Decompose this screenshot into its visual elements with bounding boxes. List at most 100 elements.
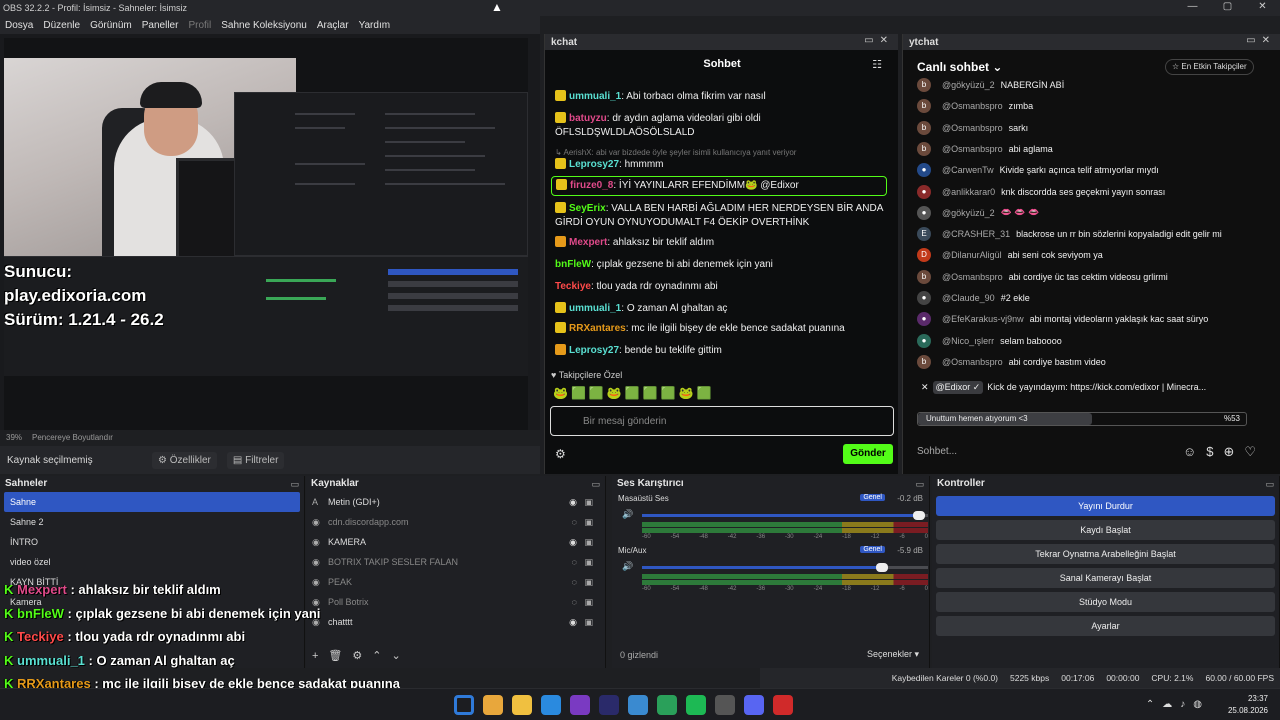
volume-slider[interactable] (642, 511, 928, 520)
avatar[interactable]: b (917, 354, 931, 369)
control-button[interactable]: Stüdyo Modu (936, 592, 1275, 612)
control-button[interactable]: Yayını Durdur (936, 496, 1275, 516)
yt-username[interactable]: @Osmanbspro (942, 123, 1003, 133)
menu-item[interactable]: Profil (188, 20, 211, 31)
avatar[interactable]: ● (917, 184, 931, 199)
yt-username[interactable]: @gökyüzü_2 (942, 80, 995, 90)
yt-username[interactable]: @Osmanbspro (942, 272, 1003, 282)
yt-username[interactable]: @EfeKarakus-vj9nw (942, 314, 1024, 324)
taskbar-app-icon[interactable] (541, 695, 561, 715)
speaker-icon[interactable]: 🔊 (622, 509, 633, 520)
taskbar-app-icon[interactable] (686, 695, 706, 715)
menu-item[interactable]: Araçlar (317, 20, 349, 31)
taskbar-app-icon[interactable] (657, 695, 677, 715)
users-icon[interactable]: ☷ (872, 58, 882, 71)
avatar[interactable]: ● (917, 163, 931, 178)
taskbar-app-icon[interactable] (628, 695, 648, 715)
avatar[interactable]: b (917, 269, 931, 284)
source-item[interactable]: ◉ Poll Botrix ◌ ▣ (306, 592, 605, 612)
yt-username[interactable]: @DilanurAligül (942, 250, 1002, 260)
control-button[interactable]: Kaydı Başlat (936, 520, 1275, 540)
lock-icon[interactable]: ▣ (584, 517, 593, 528)
yt-username[interactable]: @CRASHER_31 (942, 229, 1010, 239)
taskbar-app-icon[interactable] (512, 695, 532, 715)
eye-icon[interactable]: ◉ (569, 537, 577, 548)
eye-off-icon[interactable]: ◌ (572, 577, 577, 587)
avatar[interactable]: b (917, 99, 931, 114)
close-button[interactable]: ✕ (1245, 0, 1280, 14)
yt-chat-actions[interactable]: ☺$⊕♡ (1183, 444, 1266, 460)
source-actions[interactable]: +🗑⚙⌃⌄ (312, 649, 411, 662)
yt-username[interactable]: @Osmanbspro (942, 101, 1003, 111)
poll-bar[interactable]: Unuttum hemen atıyorum <3 %53 (917, 412, 1247, 426)
source-item[interactable]: A Metin (GDI+) ◉ ▣ (306, 492, 605, 512)
fit-window-dropdown[interactable]: Pencereye Boyutlandır (32, 433, 113, 442)
dock-controls[interactable]: ▭ (915, 476, 924, 492)
scene-item[interactable]: video özel (4, 552, 300, 572)
scene-item[interactable]: İNTRO (4, 532, 300, 552)
dock-controls[interactable]: ▭✕ (1246, 35, 1276, 46)
lock-icon[interactable]: ▣ (584, 597, 593, 608)
avatar[interactable]: ● (917, 291, 931, 305)
kchat-message-input[interactable]: Bir mesaj gönderin (550, 406, 894, 436)
dock-controls[interactable]: ▭ (591, 476, 600, 492)
zoom-level[interactable]: 39% (6, 433, 22, 442)
eye-off-icon[interactable]: ◌ (572, 517, 577, 527)
avatar[interactable]: b (917, 141, 931, 156)
avatar[interactable]: b (917, 78, 931, 92)
chat-username[interactable]: firuze0_8 (570, 180, 613, 191)
maximize-button[interactable]: ▢ (1210, 0, 1245, 14)
avatar[interactable]: E (917, 227, 931, 242)
scene-item[interactable]: Sahne 2 (4, 512, 300, 532)
chat-username[interactable]: Leprosy27 (569, 159, 619, 170)
source-item[interactable]: ◉ BOTRIX TAKIP SESLER FALAN ◌ ▣ (306, 552, 605, 572)
eye-icon[interactable]: ◉ (569, 617, 577, 628)
chat-username[interactable]: Leprosy27 (569, 345, 619, 356)
taskbar-app-icon[interactable] (483, 695, 503, 715)
yt-username[interactable]: @Osmanbspro (942, 357, 1003, 367)
top-fans-button[interactable]: ☆ En Etkin Takipçiler (1165, 59, 1254, 75)
dock-controls[interactable]: ▭ (290, 476, 299, 492)
yt-username[interactable]: @gökyüzü_2 (942, 208, 995, 218)
avatar[interactable]: ● (917, 312, 931, 327)
lock-icon[interactable]: ▣ (584, 497, 593, 508)
taskbar-app-icon[interactable] (599, 695, 619, 715)
eye-icon[interactable]: ◉ (569, 497, 577, 508)
settings-gear-icon[interactable]: ⚙ (555, 447, 566, 461)
mixer-options-button[interactable]: Seçenekler ▾ (867, 649, 919, 660)
source-item[interactable]: ◉ chatttt ◉ ▣ (306, 612, 605, 632)
taskbar-app-icon[interactable] (773, 695, 793, 715)
taskbar-app-icon[interactable] (715, 695, 735, 715)
clock[interactable]: 23:37 25.08.2026 (1228, 693, 1268, 717)
chat-username[interactable]: Mexpert (569, 237, 607, 248)
control-button[interactable]: Sanal Kamerayı Başlat (936, 568, 1275, 588)
dock-controls[interactable]: ▭✕ (864, 35, 894, 46)
menu-item[interactable]: Sahne Koleksiyonu (221, 20, 307, 31)
system-tray[interactable]: ⌃☁♪◍ (1146, 699, 1210, 710)
chat-username[interactable]: Teckiye (555, 281, 591, 292)
control-button[interactable]: Tekrar Oynatma Arabelleğini Başlat (936, 544, 1275, 564)
taskbar-app-icon[interactable] (570, 695, 590, 715)
eye-off-icon[interactable]: ◌ (572, 597, 577, 607)
yt-username[interactable]: @Nico_ışlerr (942, 336, 994, 346)
scene-item[interactable]: Sahne (4, 492, 300, 512)
speaker-icon[interactable]: 🔊 (622, 561, 633, 572)
taskbar-app-icon[interactable] (744, 695, 764, 715)
yt-chat-input[interactable]: Sohbet... (917, 446, 957, 457)
menu-item[interactable]: Görünüm (90, 20, 132, 31)
taskbar-app-icon[interactable] (454, 695, 474, 715)
properties-button[interactable]: ⚙ Özellikler (152, 451, 217, 469)
yt-username[interactable]: @anlikkarar0 (942, 187, 995, 197)
chat-username[interactable]: ummuali_1 (569, 303, 621, 314)
avatar[interactable]: b (917, 120, 931, 135)
menu-item[interactable]: Dosya (5, 20, 33, 31)
menu-item[interactable]: Paneller (142, 20, 179, 31)
send-button[interactable]: Gönder (843, 444, 893, 464)
control-button[interactable]: Ayarlar (936, 616, 1275, 636)
source-item[interactable]: ◉ cdn.discordapp.com ◌ ▣ (306, 512, 605, 532)
source-item[interactable]: ◉ PEAK ◌ ▣ (306, 572, 605, 592)
lock-icon[interactable]: ▣ (584, 577, 593, 588)
chat-username[interactable]: ummuali_1 (569, 91, 621, 102)
lock-icon[interactable]: ▣ (584, 537, 593, 548)
menu-item[interactable]: Yardım (359, 20, 391, 31)
